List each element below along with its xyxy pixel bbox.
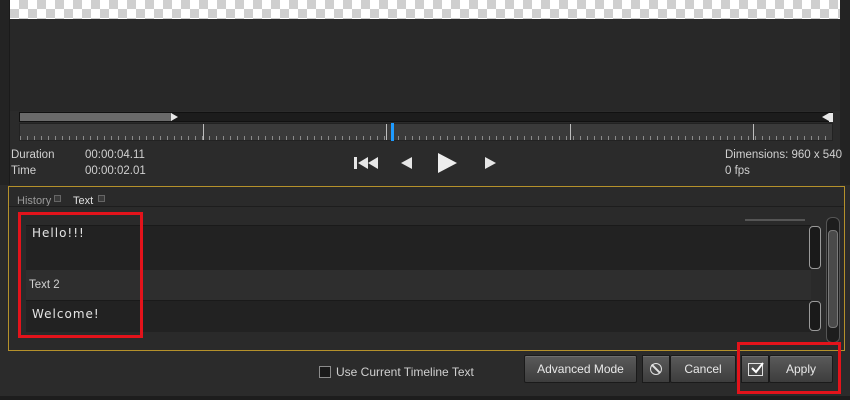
tab-divider (9, 206, 844, 207)
duration-label: Duration (11, 149, 55, 161)
trim-end-handle[interactable] (822, 113, 829, 121)
tab-history-close-icon[interactable] (54, 195, 61, 202)
time-label: Time (11, 165, 37, 177)
ruler-major-tick (203, 124, 204, 140)
preview-canvas (10, 19, 840, 111)
trim-track[interactable] (19, 112, 833, 122)
text-field-1[interactable]: Hello!!! (26, 225, 811, 270)
cancel-button[interactable]: Cancel (670, 355, 736, 383)
panel-scrollbar[interactable] (826, 217, 840, 343)
use-timeline-text-label: Use Current Timeline Text (336, 365, 474, 379)
tab-text-close-icon[interactable] (98, 195, 105, 202)
highlight-text-fields (18, 212, 143, 338)
text-field-1-scrollbar[interactable] (809, 226, 821, 269)
text-field-2[interactable]: Welcome! (26, 300, 811, 332)
ruler-major-tick (753, 124, 754, 140)
step-forward-icon[interactable] (485, 157, 496, 169)
skip-to-start-icon[interactable] (354, 157, 378, 169)
footer-bottom-edge (0, 396, 850, 400)
text-field-2-scrollbar[interactable] (809, 301, 821, 331)
trim-range-fill (20, 113, 172, 121)
panel-resize-grip (745, 219, 805, 221)
timeline-ruler[interactable] (19, 123, 833, 141)
cancel-circle-icon (650, 363, 662, 375)
step-back-icon[interactable] (401, 157, 412, 169)
play-icon[interactable] (438, 153, 457, 173)
fps-readout: 0 fps (725, 165, 750, 177)
preview-transparent-area (10, 0, 840, 19)
trim-start-handle[interactable] (171, 113, 178, 121)
dimensions-readout: Dimensions: 960 x 540 (725, 149, 842, 161)
left-panel-edge (0, 0, 10, 185)
duration-value: 00:00:04.11 (85, 149, 145, 161)
ruler-major-tick (386, 124, 387, 140)
panel-scrollbar-thumb[interactable] (828, 230, 838, 328)
advanced-mode-button[interactable]: Advanced Mode (524, 355, 637, 383)
cancel-icon-button[interactable] (642, 355, 670, 383)
highlight-apply (737, 342, 841, 394)
use-timeline-text-checkbox[interactable] (319, 366, 331, 378)
trim-end-marker (829, 113, 833, 122)
ruler-major-tick (570, 124, 571, 140)
field-separator (26, 270, 811, 300)
time-value: 00:00:02.01 (85, 165, 146, 177)
playhead[interactable] (391, 123, 394, 141)
